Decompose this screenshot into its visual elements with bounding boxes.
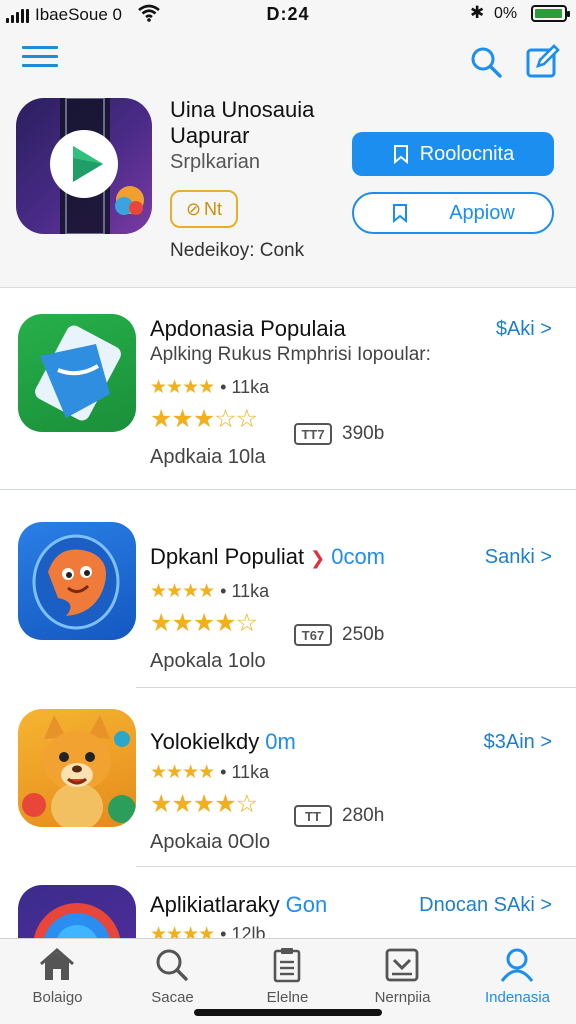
rating-stars: ★★★★☆	[150, 609, 258, 637]
battery-percent: 0%	[494, 5, 518, 22]
bluetooth-icon: ✱	[470, 3, 485, 22]
menu-icon[interactable]	[22, 46, 58, 74]
play-artwork	[50, 98, 144, 234]
inbox-icon	[385, 948, 419, 982]
compose-icon[interactable]	[524, 44, 560, 80]
app-name: Aplikiatlaraky Gon	[150, 892, 328, 917]
app-name: Apdonasia Populaia	[150, 316, 346, 341]
size-badge: TT7	[294, 423, 332, 445]
list-item[interactable]: Yolokielkdy 0m $3Ain > ★★★★ • 11ka ★★★★☆ T…	[0, 693, 576, 893]
tab-home[interactable]: Bolaigo	[0, 939, 115, 1024]
app-description: Aplking Rukus Rmphrisi Iopoular:	[150, 344, 431, 365]
primary-button-label: Roolocnita	[419, 142, 515, 165]
rating-stars: ★★★☆☆	[150, 405, 258, 433]
bookmark-outline-icon	[393, 204, 408, 223]
tab-label: Elelne	[266, 989, 309, 1006]
app-icon	[18, 885, 136, 938]
tag-icon: ⊘	[185, 198, 202, 219]
rating-small: ★★★★ • 12lb	[150, 924, 266, 938]
tab-label: Nernpiia	[374, 989, 431, 1006]
secondary-button-label: Appiow	[449, 201, 515, 224]
tab-profile[interactable]: Indenasia	[460, 939, 575, 1024]
app-size: 390b	[342, 423, 385, 444]
hero-note: Nedeikoy: Conk	[170, 240, 305, 261]
bookmark-icon	[393, 145, 408, 164]
app-category: Apdkaia 10la	[150, 446, 266, 468]
price-link[interactable]: $Aki >	[496, 318, 552, 341]
battery-fill	[535, 9, 562, 18]
list-item[interactable]: Apdonasia Populaia $Aki > Aplking Rukus …	[0, 288, 576, 488]
hero-title: Uina Unosauia Uapurar	[170, 97, 314, 149]
app-icon	[18, 522, 136, 640]
primary-action-button[interactable]: Roolocnita	[352, 132, 554, 176]
status-time: D:24	[266, 4, 310, 24]
list-item[interactable]: Dpkanl Populiat ❯ 0com Sanki > ★★★★ • 11ka …	[0, 498, 576, 698]
home-indicator[interactable]	[194, 1009, 382, 1016]
hero-title-line1: Uina Unosauia	[170, 97, 315, 122]
divider	[0, 489, 576, 490]
search-icon	[156, 949, 188, 981]
user-icon	[500, 948, 534, 982]
app-icon	[18, 314, 136, 432]
divider	[136, 687, 576, 688]
hero-app-icon[interactable]	[16, 98, 152, 234]
app-icon	[18, 709, 136, 827]
secondary-action-button[interactable]: Appiow	[352, 192, 554, 234]
rating-stars: ★★★★☆	[150, 790, 258, 818]
list-item[interactable]: Aplikiatlaraky Gon Dnocan SAki > ★★★★ • 12…	[0, 873, 576, 938]
home-icon	[40, 948, 74, 980]
tab-label: Bolaigo	[32, 989, 83, 1006]
rating-small: ★★★★ • 11ka	[150, 581, 270, 602]
list-icon	[273, 948, 301, 983]
battery-icon	[531, 5, 570, 22]
app-name: Yolokielkdy 0m	[150, 729, 296, 754]
hero-subtitle: Srplkarian	[170, 151, 261, 173]
price-link[interactable]: $3Ain >	[484, 731, 552, 754]
hero-title-line2: Uapurar	[170, 123, 250, 148]
app-category: Apokala 1olo	[150, 650, 266, 672]
tab-label: Indenasia	[484, 989, 551, 1006]
hero-badge: ⊘ Nt	[170, 190, 238, 228]
app-size: 280h	[342, 805, 385, 826]
app-category: Apokaia 0Olo	[150, 831, 271, 853]
tab-label: Sacae	[151, 989, 194, 1006]
hero-badge-label: Nt	[204, 198, 223, 219]
size-badge: TT	[294, 805, 332, 827]
price-link[interactable]: Sanki >	[485, 546, 552, 569]
app-size: 250b	[342, 624, 385, 645]
rating-small: ★★★★ • 11ka	[150, 762, 270, 783]
rating-small: ★★★★ • 11ka	[150, 377, 270, 398]
app-name: Dpkanl Populiat ❯ 0com	[150, 544, 385, 569]
search-icon[interactable]	[468, 44, 504, 80]
divider	[136, 866, 576, 867]
price-link[interactable]: Dnocan SAki >	[419, 894, 552, 917]
status-bar: IbaeSoue 0 D:24 ✱ 0%	[0, 0, 576, 30]
header: Uina Unosauia Uapurar Srplkarian ⊘ Nt Ne…	[0, 30, 576, 288]
size-badge: T67	[294, 624, 332, 646]
